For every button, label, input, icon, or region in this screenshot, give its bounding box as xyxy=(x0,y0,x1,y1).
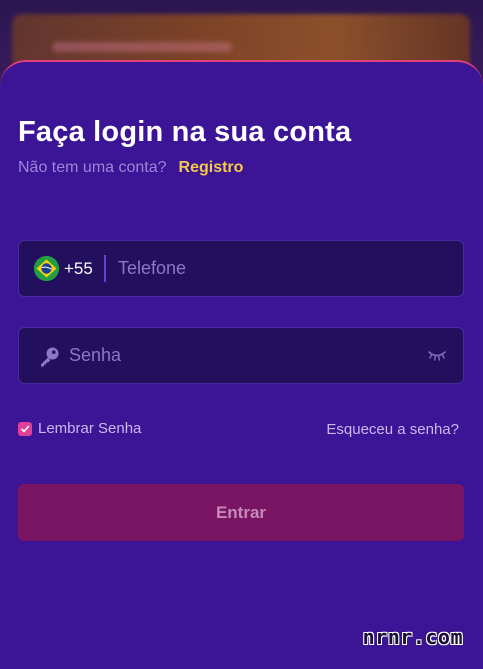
phone-input[interactable] xyxy=(118,241,448,296)
password-input[interactable] xyxy=(69,328,419,383)
forgot-password-link[interactable]: Esqueceu a senha? xyxy=(326,421,459,438)
phone-field[interactable]: +55 xyxy=(18,240,464,297)
register-prompt: Não tem uma conta? Registro xyxy=(18,159,243,177)
no-account-text: Não tem uma conta? xyxy=(18,159,167,176)
login-title: Faça login na sua conta xyxy=(18,116,352,148)
key-icon xyxy=(41,347,59,367)
login-sheet: Faça login na sua conta Não tem uma cont… xyxy=(0,60,483,669)
watermark: nrnr.com xyxy=(362,625,463,649)
remember-checkbox[interactable] xyxy=(18,421,32,436)
remember-password[interactable]: Lembrar Senha xyxy=(18,420,141,437)
remember-label: Lembrar Senha xyxy=(38,420,142,437)
eye-closed-icon[interactable] xyxy=(427,348,447,362)
country-code[interactable]: +55 xyxy=(64,259,93,279)
checkmark-icon xyxy=(21,425,30,432)
field-divider xyxy=(104,255,106,282)
brazil-flag-icon xyxy=(34,256,59,281)
register-link[interactable]: Registro xyxy=(179,159,244,176)
login-button[interactable]: Entrar xyxy=(18,484,464,541)
password-field[interactable] xyxy=(18,327,464,384)
